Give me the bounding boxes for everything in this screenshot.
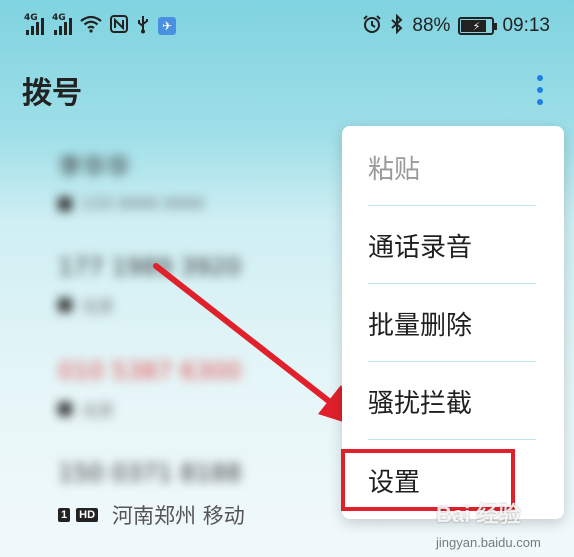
baidu-jingyan-watermark: Bai 经验 jingyan.baidu.com	[436, 497, 541, 550]
menu-divider	[368, 439, 536, 440]
menu-item-batch-delete[interactable]: 批量删除	[368, 284, 536, 362]
menu-item-call-recording[interactable]: 通话录音	[368, 206, 536, 284]
watermark-sub: jingyan.baidu.com	[436, 535, 541, 550]
watermark-main: Bai 经验	[436, 502, 521, 527]
menu-item-harassment-block[interactable]: 骚扰拦截	[368, 362, 536, 440]
menu-item-paste[interactable]: 粘贴	[368, 128, 536, 206]
